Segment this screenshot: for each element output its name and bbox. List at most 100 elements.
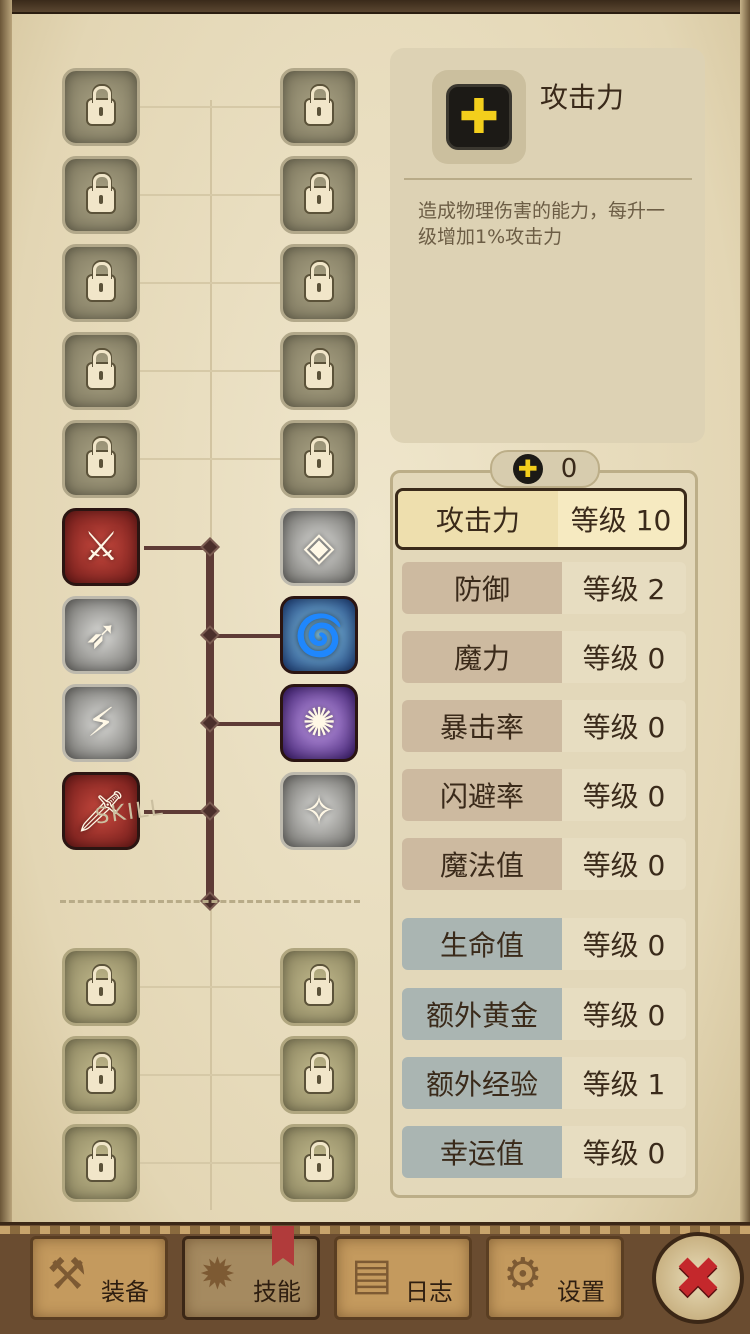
lock-icon bbox=[88, 174, 114, 212]
stat-row-health[interactable]: 生命值 等级 0 bbox=[402, 918, 686, 970]
lock-icon bbox=[88, 262, 114, 300]
stat-level: 等级 0 bbox=[582, 849, 666, 882]
stat-level: 等级 0 bbox=[582, 711, 666, 744]
divider bbox=[404, 178, 692, 180]
attribute-icon-frame: ✚ bbox=[432, 70, 526, 164]
attribute-icon: ✚ bbox=[446, 84, 512, 150]
lock-icon bbox=[88, 1054, 114, 1092]
skill-slot-locked[interactable] bbox=[62, 156, 140, 234]
skill-slot-locked[interactable] bbox=[280, 156, 358, 234]
stat-level: 等级 10 bbox=[570, 504, 672, 537]
tree-branch bbox=[210, 722, 282, 726]
plus-icon: ✚ bbox=[458, 89, 500, 145]
sparkle-icon: ✧ bbox=[302, 788, 336, 834]
skill-icon: ✹ bbox=[199, 1249, 236, 1300]
tab-label: 技能 bbox=[253, 1278, 301, 1306]
lock-icon bbox=[306, 174, 332, 212]
stat-name: 魔法值 bbox=[402, 838, 562, 890]
available-points: ✚ 0 bbox=[490, 450, 600, 488]
skill-slot-locked[interactable] bbox=[62, 1124, 140, 1202]
stat-level: 等级 0 bbox=[582, 1137, 666, 1170]
tree-node bbox=[200, 801, 220, 821]
lightning-icon: ⚡ bbox=[86, 700, 116, 746]
tab-settings[interactable]: ⚙ 设置 bbox=[486, 1236, 624, 1320]
tree-node bbox=[200, 713, 220, 733]
skill-slot-locked[interactable] bbox=[280, 948, 358, 1026]
stat-row-luck[interactable]: 幸运值 等级 0 bbox=[402, 1126, 686, 1178]
stat-level: 等级 2 bbox=[582, 573, 666, 606]
lock-icon bbox=[306, 262, 332, 300]
stat-row-mana[interactable]: 魔法值 等级 0 bbox=[402, 838, 686, 890]
lock-icon bbox=[306, 350, 332, 388]
attribute-info-panel: ✚ 攻击力 造成物理伤害的能力，每升一级增加1%攻击力 bbox=[390, 48, 705, 443]
skill-slot-locked[interactable] bbox=[280, 244, 358, 322]
skill-slot-sword-strike[interactable]: ⚔ bbox=[62, 508, 140, 586]
stat-row-extra-gold[interactable]: 额外黄金 等级 0 bbox=[402, 988, 686, 1040]
crystal-icon: ◈ bbox=[303, 524, 335, 570]
skill-slot-locked[interactable] bbox=[62, 1036, 140, 1114]
gear-icon: ⚙ bbox=[503, 1249, 543, 1300]
skill-slot-sparkle[interactable]: ✧ bbox=[280, 772, 358, 850]
skill-slot-lightning[interactable]: ⚡ bbox=[62, 684, 140, 762]
tree-node bbox=[200, 537, 220, 557]
stat-name: 防御 bbox=[402, 562, 562, 614]
stat-level: 等级 0 bbox=[582, 999, 666, 1032]
lock-icon bbox=[88, 1142, 114, 1180]
stat-row-extra-exp[interactable]: 额外经验 等级 1 bbox=[402, 1057, 686, 1109]
close-icon: ✖ bbox=[673, 1244, 723, 1312]
stat-name: 魔力 bbox=[402, 631, 562, 683]
skill-slot-locked[interactable] bbox=[280, 1036, 358, 1114]
attribute-description: 造成物理伤害的能力，每升一级增加1%攻击力 bbox=[418, 200, 666, 248]
tab-journal[interactable]: ▤ 日志 bbox=[334, 1236, 472, 1320]
tree-node bbox=[200, 625, 220, 645]
stat-level: 等级 1 bbox=[582, 1068, 666, 1101]
skill-slot-locked[interactable] bbox=[62, 68, 140, 146]
skill-slot-locked[interactable] bbox=[280, 332, 358, 410]
skill-slot-locked[interactable] bbox=[62, 332, 140, 410]
lock-icon bbox=[306, 86, 332, 124]
stat-row-dodge-rate[interactable]: 闪避率 等级 0 bbox=[402, 769, 686, 821]
stat-name: 生命值 bbox=[402, 918, 562, 970]
tab-label: 装备 bbox=[101, 1278, 149, 1306]
dash-icon: ➶ bbox=[84, 612, 118, 658]
sword-icon: ⚔ bbox=[83, 524, 119, 570]
skill-slot-locked[interactable] bbox=[280, 420, 358, 498]
stat-name: 暴击率 bbox=[402, 700, 562, 752]
skill-slot-locked[interactable] bbox=[280, 1124, 358, 1202]
arcane-icon: ✺ bbox=[302, 700, 336, 746]
skill-slot-locked[interactable] bbox=[280, 68, 358, 146]
stat-row-defense[interactable]: 防御 等级 2 bbox=[402, 562, 686, 614]
tab-equipment[interactable]: ⚒ 装备 bbox=[30, 1236, 168, 1320]
whirlwind-icon: 🌀 bbox=[294, 612, 344, 659]
close-button[interactable]: ✖ bbox=[652, 1232, 744, 1324]
skill-tree: ⚔ ➶ ⚡ 🗡 ◈ 🌀 ✺ ✧ bbox=[40, 60, 380, 1220]
skill-slot-locked[interactable] bbox=[62, 948, 140, 1026]
lock-icon bbox=[306, 1054, 332, 1092]
journal-icon: ▤ bbox=[351, 1249, 393, 1300]
stat-name: 额外经验 bbox=[402, 1057, 562, 1109]
skill-slot-arcane-burst[interactable]: ✺ bbox=[280, 684, 358, 762]
skill-slot-locked[interactable] bbox=[62, 244, 140, 322]
tab-skills[interactable]: ✹ 技能 bbox=[182, 1236, 320, 1320]
skill-slot-crystal-shield[interactable]: ◈ bbox=[280, 508, 358, 586]
right-edge bbox=[740, 0, 750, 1230]
stat-name: 闪避率 bbox=[402, 769, 562, 821]
axe-icon: ⚒ bbox=[47, 1249, 87, 1300]
available-points-value: 0 bbox=[560, 454, 578, 484]
nav-rope bbox=[0, 1226, 750, 1234]
skill-slot-whirlwind[interactable]: 🌀 bbox=[280, 596, 358, 674]
plus-icon: ✚ bbox=[512, 454, 543, 484]
skill-slot-shadow-dash[interactable]: ➶ bbox=[62, 596, 140, 674]
stat-name: 额外黄金 bbox=[402, 988, 562, 1040]
stat-name: 攻击力 bbox=[398, 491, 558, 547]
stat-row-attack[interactable]: 攻击力 等级 10 bbox=[395, 488, 687, 550]
lock-icon bbox=[88, 438, 114, 476]
stat-level: 等级 0 bbox=[582, 929, 666, 962]
lock-icon bbox=[306, 1142, 332, 1180]
tree-trunk-lower bbox=[210, 910, 212, 1210]
stat-row-magic-power[interactable]: 魔力 等级 0 bbox=[402, 631, 686, 683]
lock-icon bbox=[306, 966, 332, 1004]
tree-divider bbox=[60, 900, 360, 903]
stat-row-crit-rate[interactable]: 暴击率 等级 0 bbox=[402, 700, 686, 752]
skill-slot-locked[interactable] bbox=[62, 420, 140, 498]
